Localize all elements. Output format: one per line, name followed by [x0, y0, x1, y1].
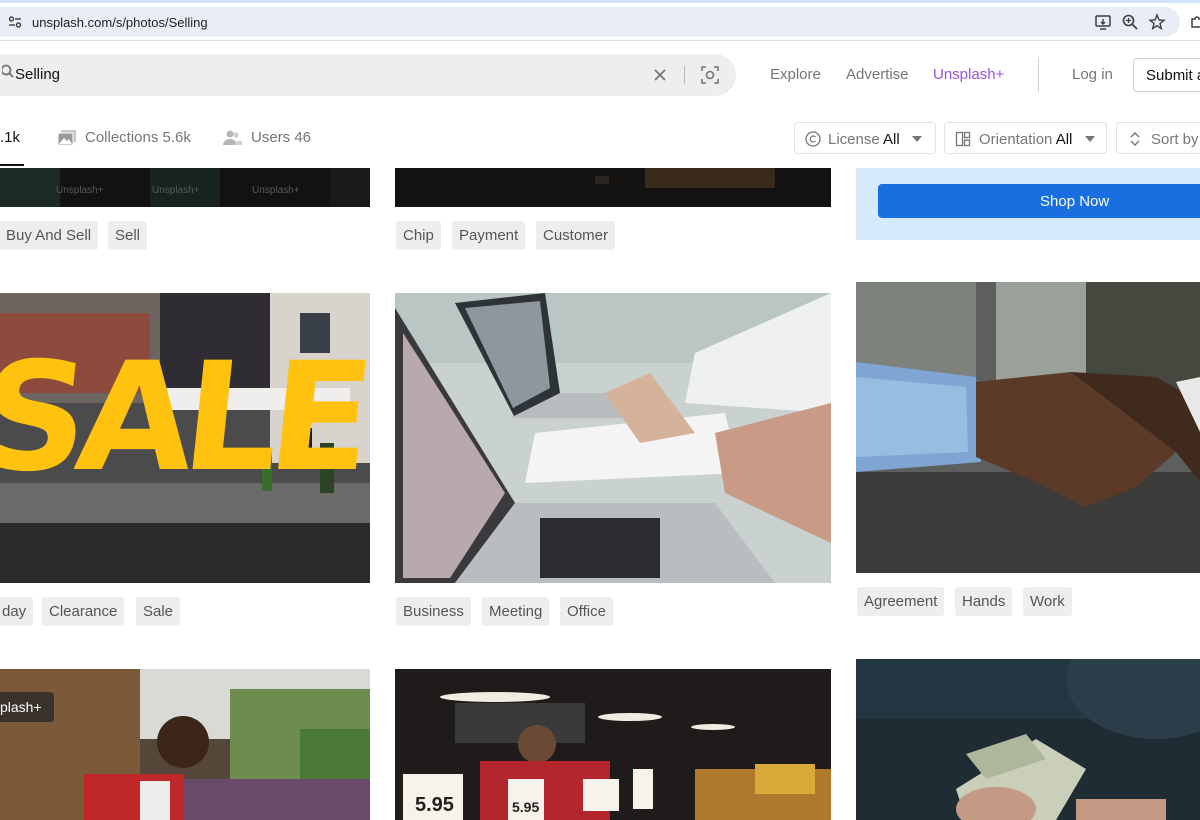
photo-business-meeting-image — [395, 293, 831, 583]
tag-sell[interactable]: Sell — [108, 221, 148, 250]
unsplash-plus-watermark: Unsplash+ — [56, 185, 104, 196]
orientation-icon — [955, 131, 971, 147]
active-tab-underline — [0, 164, 24, 166]
photo-grocery-image — [0, 669, 370, 820]
photo-grocery[interactable]: plash+ — [0, 669, 370, 820]
install-app-icon[interactable] — [1094, 13, 1112, 31]
photo-buy-and-sell[interactable]: Unsplash+ Unsplash+ Unsplash+ — [0, 168, 370, 207]
tag-agreement[interactable]: Agreement — [857, 587, 945, 616]
photo-chip-payment-image — [395, 168, 831, 207]
nav-unsplash-plus[interactable]: Unsplash+ — [933, 66, 1004, 83]
license-label-text: License — [828, 131, 880, 148]
unsplash-plus-watermark: Unsplash+ — [252, 185, 300, 196]
sort-icon — [1130, 132, 1140, 146]
orientation-filter[interactable]: Orientation All — [944, 122, 1107, 154]
search-divider — [684, 66, 685, 84]
tag-meeting[interactable]: Meeting — [482, 597, 550, 626]
nav-explore[interactable]: Explore — [770, 66, 821, 83]
shop-now-button[interactable]: Shop Now — [878, 184, 1200, 218]
tag-office[interactable]: Office — [560, 597, 613, 626]
browser-address-bar: unsplash.com/s/photos/Selling — [0, 3, 1200, 41]
tag-customer[interactable]: Customer — [536, 221, 616, 250]
nav-divider — [1038, 58, 1039, 92]
site-settings-icon[interactable] — [8, 15, 22, 29]
photo-sale-window[interactable]: SALE — [0, 293, 370, 583]
tab-photos[interactable]: .1k — [0, 129, 20, 146]
url-text[interactable]: unsplash.com/s/photos/Selling — [32, 15, 208, 30]
bookmark-star-icon[interactable] — [1148, 13, 1166, 31]
photo-chip-payment[interactable] — [395, 168, 831, 207]
submit-photo-button[interactable]: Submit a — [1133, 58, 1200, 92]
users-icon — [223, 130, 242, 145]
unsplash-plus-badge: plash+ — [0, 692, 54, 722]
photo-market-stall[interactable]: 5.95 5.95 — [395, 669, 831, 820]
price-tag-text: 5.95 — [512, 799, 540, 815]
chevron-down-icon — [1085, 136, 1095, 142]
tag-business[interactable]: Business — [396, 597, 471, 626]
nav-advertise[interactable]: Advertise — [846, 66, 909, 83]
license-filter[interactable]: License All — [794, 122, 936, 154]
photo-business-meeting[interactable] — [395, 293, 831, 583]
orientation-filter-label: Orientation All — [979, 131, 1072, 148]
tag-clearance[interactable]: Clearance — [42, 597, 125, 626]
tag-buy-and-sell[interactable]: Buy And Sell — [0, 221, 99, 250]
search-input[interactable] — [15, 63, 615, 85]
sale-sign-text: SALE — [0, 331, 370, 505]
sort-filter[interactable]: Sort by — [1116, 122, 1200, 154]
orientation-label-text: Orientation — [979, 131, 1053, 148]
photo-market-stall-image — [395, 669, 831, 820]
sort-label-text: Sort by — [1151, 131, 1199, 148]
license-value-text: All — [883, 131, 900, 148]
copyright-icon — [805, 131, 821, 147]
chevron-down-icon — [912, 136, 922, 142]
tag-sale[interactable]: Sale — [136, 597, 181, 626]
tag-payment[interactable]: Payment — [452, 221, 526, 250]
price-tag-text: 5.95 — [415, 794, 454, 816]
zoom-icon[interactable] — [1121, 13, 1139, 31]
tag-hands[interactable]: Hands — [955, 587, 1013, 616]
login-link[interactable]: Log in — [1072, 66, 1113, 83]
photo-cash[interactable] — [856, 659, 1200, 820]
photo-handshake[interactable] — [856, 282, 1200, 573]
tag-day[interactable]: day — [0, 597, 34, 626]
orientation-value-text: All — [1055, 131, 1073, 148]
tag-work[interactable]: Work — [1023, 587, 1072, 616]
collections-icon — [57, 130, 76, 146]
extensions-icon[interactable] — [1188, 13, 1200, 31]
tab-users[interactable]: Users 46 — [251, 129, 311, 146]
visual-search-icon[interactable] — [700, 65, 720, 85]
tab-collections[interactable]: Collections 5.6k — [85, 129, 191, 146]
unsplash-plus-watermark: Unsplash+ — [152, 185, 200, 196]
clear-search-icon[interactable] — [651, 66, 669, 84]
photo-cash-image — [856, 659, 1200, 820]
tag-chip[interactable]: Chip — [396, 221, 441, 250]
license-filter-label: License All — [828, 131, 900, 148]
photo-handshake-image — [856, 282, 1200, 573]
